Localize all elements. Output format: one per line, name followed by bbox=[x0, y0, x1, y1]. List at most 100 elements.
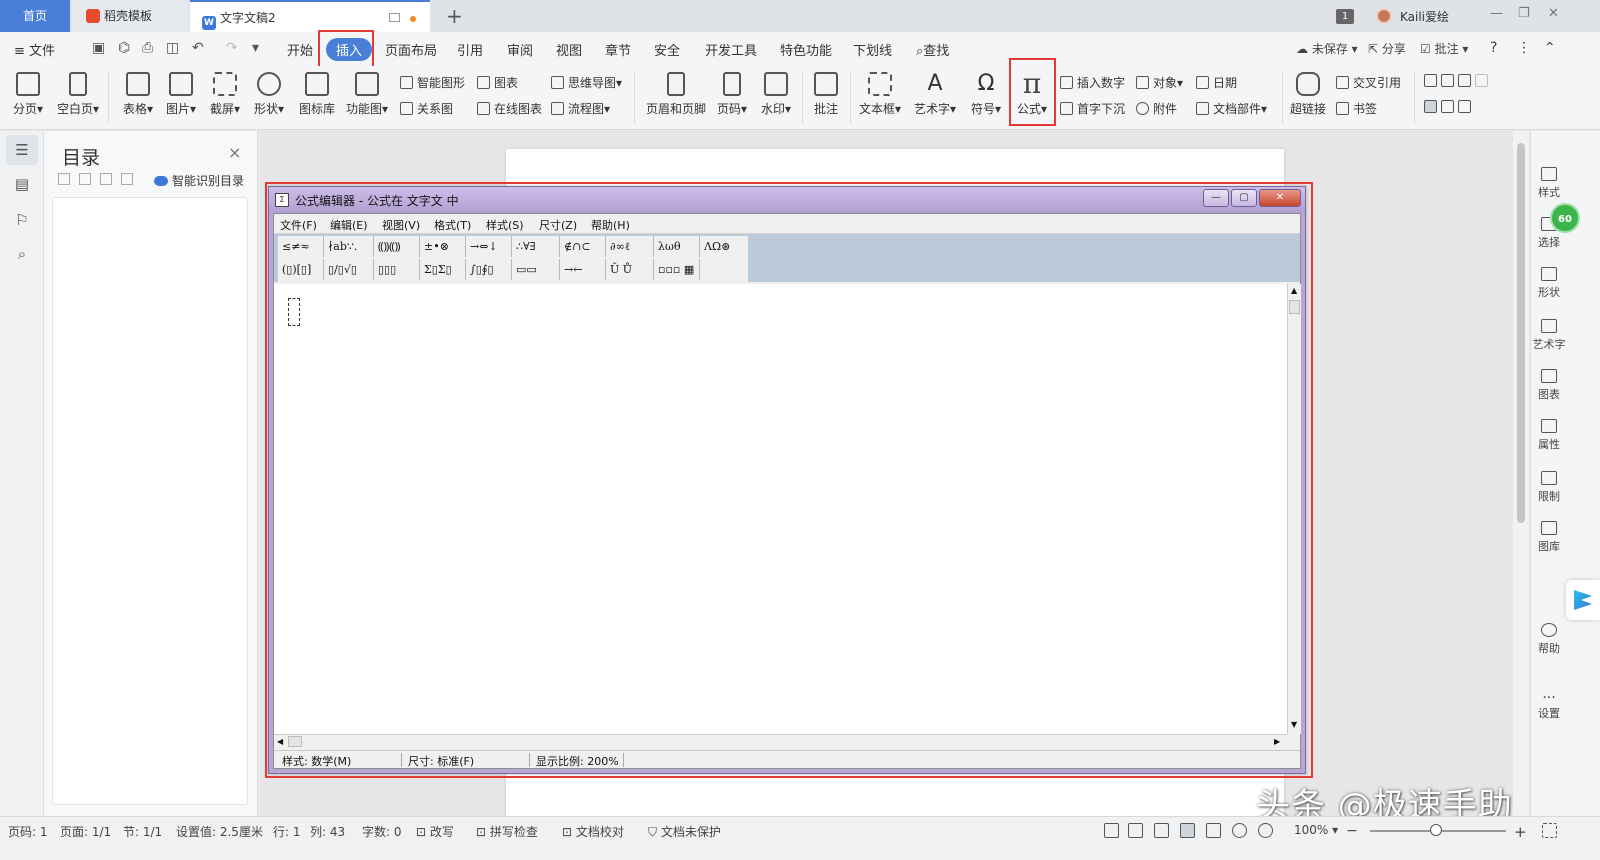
print-icon[interactable]: ⎙ bbox=[142, 40, 153, 56]
collapse-ribbon-icon[interactable]: ⌃ bbox=[1544, 40, 1556, 56]
format-painter-icon[interactable]: ⌬ bbox=[118, 40, 130, 56]
collapse-icon[interactable] bbox=[79, 173, 91, 185]
tab-view[interactable]: 视图 bbox=[556, 40, 582, 59]
smart-toc-button[interactable]: 智能识别目录 bbox=[154, 172, 244, 189]
textbox-button[interactable]: 文本框▾ bbox=[856, 72, 904, 117]
tab-page-layout[interactable]: 页面布局 bbox=[385, 40, 437, 59]
tab-document[interactable]: W 文字文稿2 bbox=[190, 0, 430, 32]
chart-button[interactable]: 图表 bbox=[477, 74, 518, 91]
insert-number-button[interactable]: 插入数字 bbox=[1060, 74, 1125, 91]
doc-parts-button[interactable]: 文档部件▾ bbox=[1196, 100, 1267, 117]
tab-features[interactable]: 特色功能 bbox=[780, 40, 832, 59]
table-button[interactable]: 表格▾ bbox=[120, 72, 156, 117]
layout-icon-1[interactable] bbox=[1424, 74, 1492, 88]
revise-toggle[interactable]: ⊡ 改写 bbox=[416, 823, 454, 840]
tab-references[interactable]: 引用 bbox=[457, 40, 483, 59]
relation-chart-button[interactable]: 关系图 bbox=[400, 100, 453, 117]
status-section[interactable]: 节: 1/1 bbox=[123, 823, 162, 840]
toc-list-icon[interactable]: ☰ bbox=[6, 135, 38, 165]
new-tab-button[interactable]: + bbox=[446, 4, 463, 28]
crossref-button[interactable]: 交叉引用 bbox=[1336, 74, 1401, 91]
chart-panel-button[interactable]: 图表 bbox=[1531, 369, 1567, 402]
status-page[interactable]: 页面: 1/1 bbox=[60, 823, 111, 840]
object-button[interactable]: 对象▾ bbox=[1136, 74, 1183, 91]
status-col[interactable]: 列: 43 bbox=[310, 823, 345, 840]
minimize-icon[interactable]: — bbox=[1490, 6, 1503, 21]
web-view-icon[interactable] bbox=[1232, 823, 1247, 838]
dropcap-button[interactable]: 首字下沉 bbox=[1060, 100, 1125, 117]
zoom-out-button[interactable]: − bbox=[1346, 823, 1358, 839]
tab-start[interactable]: 开始 bbox=[287, 40, 313, 59]
screenshot-button[interactable]: 截屏▾ bbox=[207, 72, 243, 117]
symbol-button[interactable]: Ω 符号▾ bbox=[968, 72, 1004, 117]
gallery-panel-button[interactable]: 图库 bbox=[1531, 521, 1567, 554]
status-row[interactable]: 行: 1 bbox=[273, 823, 301, 840]
bookmark-button[interactable]: 书签 bbox=[1336, 100, 1377, 117]
page-thumb-icon[interactable]: ▤ bbox=[12, 175, 32, 193]
mind-map-button[interactable]: 思维导图▾ bbox=[551, 74, 622, 91]
comment-button[interactable]: 批注 bbox=[808, 72, 844, 117]
wordart-panel-button[interactable]: 艺术字 bbox=[1531, 319, 1567, 352]
perf-badge[interactable]: 60 bbox=[1550, 203, 1580, 233]
attachment-button[interactable]: 附件 bbox=[1136, 100, 1177, 117]
print-preview-icon[interactable]: ◫ bbox=[166, 40, 179, 56]
tab-home[interactable]: 首页 bbox=[0, 0, 70, 32]
edit-mode-icon[interactable] bbox=[1154, 823, 1169, 838]
more-icon[interactable]: ⋮ bbox=[1517, 40, 1531, 56]
watermark-button[interactable]: 水印▾ bbox=[758, 72, 794, 117]
tab-developer[interactable]: 开发工具 bbox=[705, 40, 757, 59]
spellcheck-button[interactable]: ⊡ 拼写检查 bbox=[476, 823, 538, 840]
undo-icon[interactable]: ↶ bbox=[192, 40, 204, 56]
picture-button[interactable]: 图片▾ bbox=[163, 72, 199, 117]
settings-panel-button[interactable]: ··· 设置 bbox=[1531, 691, 1567, 721]
expand-icon[interactable] bbox=[58, 173, 70, 185]
restrict-panel-button[interactable]: 限制 bbox=[1531, 471, 1567, 504]
online-chart-button[interactable]: 在线图表 bbox=[477, 100, 542, 117]
style-panel-button[interactable]: 样式 bbox=[1531, 167, 1567, 200]
tab-template[interactable]: 稻壳模板 bbox=[72, 0, 188, 32]
fit-window-icon[interactable] bbox=[1542, 823, 1557, 838]
flowchart-button[interactable]: 流程图▾ bbox=[551, 100, 610, 117]
status-words[interactable]: 字数: 0 bbox=[362, 823, 402, 840]
icon-library-button[interactable]: 图标库 bbox=[296, 72, 338, 117]
protect-status[interactable]: ⛉ 文档未保护 bbox=[648, 823, 721, 840]
search-button[interactable]: ⌕查找 bbox=[916, 40, 949, 59]
help-panel-button[interactable]: 帮助 bbox=[1531, 623, 1567, 656]
wordart-button[interactable]: A 艺术字▾ bbox=[911, 72, 959, 117]
proofread-button[interactable]: ⊡ 文档校对 bbox=[562, 823, 624, 840]
layout-icon-2[interactable] bbox=[1424, 100, 1475, 114]
scrollbar-thumb[interactable] bbox=[1517, 143, 1525, 523]
file-menu[interactable]: ≡ 文件 bbox=[14, 40, 55, 59]
remove-icon[interactable] bbox=[121, 173, 133, 185]
customize-icon[interactable]: ▾ bbox=[252, 40, 259, 56]
shape-panel-button[interactable]: 形状 bbox=[1531, 267, 1567, 300]
page-break-button[interactable]: 分页▾ bbox=[10, 72, 46, 117]
read-mode-icon[interactable] bbox=[1128, 823, 1143, 838]
add-icon[interactable] bbox=[100, 173, 112, 185]
redo-icon[interactable]: ↷ bbox=[226, 40, 238, 56]
blank-page-button[interactable]: 空白页▾ bbox=[54, 72, 102, 117]
tab-security[interactable]: 安全 bbox=[654, 40, 680, 59]
document-scrollbar[interactable] bbox=[1513, 131, 1529, 816]
user-name[interactable]: Kaili爱绘 bbox=[1400, 8, 1449, 25]
window-count-badge[interactable]: 1 bbox=[1336, 9, 1354, 24]
header-footer-button[interactable]: 页眉和页脚 bbox=[642, 72, 710, 117]
status-page-code[interactable]: 页码: 1 bbox=[8, 823, 48, 840]
eye-protect-icon[interactable] bbox=[1258, 823, 1273, 838]
ai-assistant-icon[interactable] bbox=[1566, 580, 1600, 620]
zoom-slider-knob[interactable] bbox=[1430, 824, 1442, 836]
zoom-in-button[interactable]: + bbox=[1514, 823, 1527, 841]
avatar[interactable] bbox=[1376, 8, 1392, 24]
tab-chapter[interactable]: 章节 bbox=[605, 40, 631, 59]
status-setting[interactable]: 设置值: 2.5厘米 bbox=[176, 823, 263, 840]
toc-close-icon[interactable]: × bbox=[228, 143, 241, 162]
date-button[interactable]: 日期 bbox=[1196, 74, 1237, 91]
bookmark-rail-icon[interactable]: ⚐ bbox=[12, 211, 32, 229]
help-icon[interactable]: ? bbox=[1490, 40, 1497, 56]
page-number-button[interactable]: 页码▾ bbox=[714, 72, 750, 117]
shape-button[interactable]: 形状▾ bbox=[251, 72, 287, 117]
function-chart-button[interactable]: 功能图▾ bbox=[344, 72, 390, 117]
find-icon[interactable]: ⌕ bbox=[12, 245, 32, 263]
save-icon[interactable]: ▣ bbox=[92, 40, 105, 56]
page-view-icon[interactable] bbox=[1180, 823, 1195, 838]
